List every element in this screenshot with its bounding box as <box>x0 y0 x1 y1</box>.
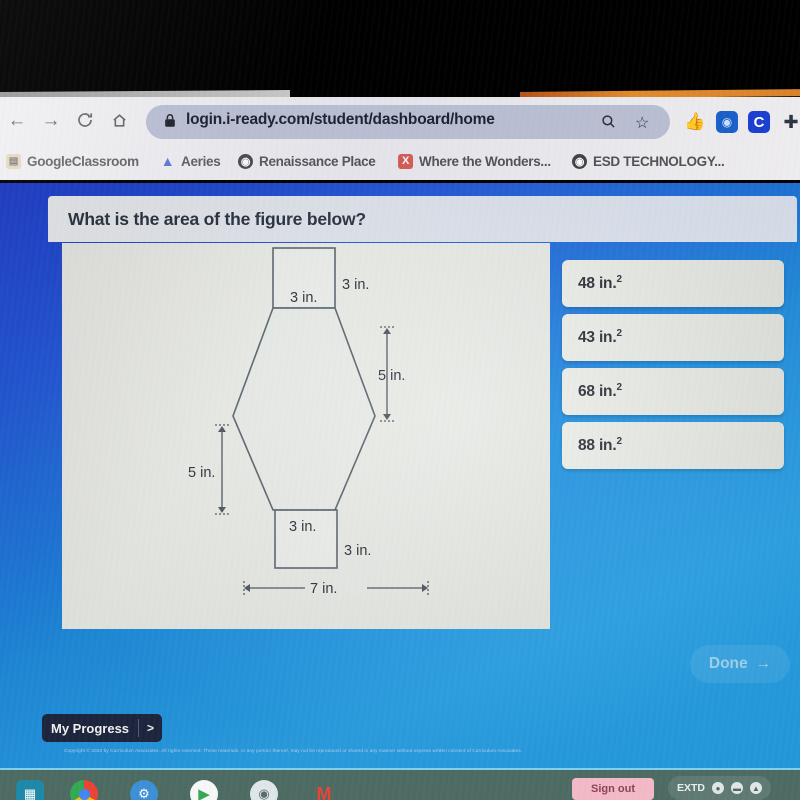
iready-app: What is the area of the figure below? 3 … <box>0 183 800 768</box>
answer-choices: 48 in.2 43 in.2 68 in.2 88 in.2 <box>562 260 784 476</box>
copyright-text: Copyright © 2020 by Curriculum Associate… <box>64 747 523 754</box>
bookmark-renaissance-place[interactable]: ◉ Renaissance Place <box>238 149 376 173</box>
classroom-icon: ▤ <box>6 153 21 169</box>
answer-choice-label: 48 in.2 <box>578 273 622 293</box>
wonders-icon: X <box>398 153 413 169</box>
reload-icon[interactable] <box>70 105 100 135</box>
battery-icon[interactable]: ▬ <box>731 782 744 794</box>
label-total-width: 7 in. <box>310 581 337 597</box>
bookmark-label: Renaissance Place <box>259 153 376 169</box>
search-icon[interactable] <box>601 114 616 133</box>
my-progress-button[interactable]: My Progress > <box>42 714 163 742</box>
answer-choice-3[interactable]: 68 in.2 <box>562 368 784 415</box>
page-title: What is the area of the figure below? <box>68 208 366 229</box>
bookmark-label: ESD TECHNOLOGY... <box>593 153 725 169</box>
puzzle-extension-icon[interactable]: ✚ <box>780 111 800 133</box>
answer-choice-label: 43 in.2 <box>578 327 622 347</box>
chrome-icon[interactable] <box>70 780 98 800</box>
gmail-icon[interactable]: M <box>310 780 338 800</box>
bookmark-label: GoogleClassroom <box>27 153 139 169</box>
lock-icon <box>164 113 176 128</box>
wifi-icon[interactable]: ▲ <box>750 782 763 794</box>
apps-icon[interactable]: ⚙ <box>130 780 158 800</box>
globe-icon: ◉ <box>572 153 587 169</box>
address-bar[interactable]: login.i-ready.com/student/dashboard/home… <box>146 105 670 139</box>
blue-square-extension-icon[interactable]: ◉ <box>716 111 738 133</box>
sign-out-button[interactable]: Sign out <box>572 778 654 800</box>
bookmark-esd-technology[interactable]: ◉ ESD TECHNOLOGY... <box>572 149 725 173</box>
figure-panel: 3 in. 3 in. 5 in. 5 in. 3 in. 3 in. 7 in… <box>62 243 550 629</box>
hexagon <box>232 307 376 511</box>
taskbar-top-line <box>0 768 800 770</box>
aeries-icon: ▲ <box>160 153 175 169</box>
play-store-icon[interactable]: ▶ <box>190 780 218 800</box>
answer-choice-4[interactable]: 88 in.2 <box>562 422 784 469</box>
screenshot-root: ← → ▤ GoogleClassroom ▲ Aeries ◉ Renaiss… <box>0 0 800 800</box>
label-bottom-square-height: 3 in. <box>344 543 371 559</box>
done-button[interactable]: Done → <box>690 645 790 683</box>
bookmark-where-the-wonders[interactable]: X Where the Wonders... <box>398 149 551 173</box>
my-progress-label: My Progress <box>51 720 130 736</box>
launcher-icon[interactable]: ▦ <box>16 780 44 800</box>
done-label: Done <box>708 655 748 672</box>
chevron-right-icon: > <box>147 721 155 735</box>
label-top-square-width: 3 in. <box>290 290 317 306</box>
left-height-dimension <box>215 424 229 515</box>
label-bottom-square-width: 3 in. <box>289 519 316 535</box>
answer-choice-label: 68 in.2 <box>578 381 622 401</box>
url-text: login.i-ready.com/student/dashboard/home <box>186 111 495 128</box>
bookmarks-bar: ▤ GoogleClassroom ▲ Aeries ◉ Renaissance… <box>0 143 800 180</box>
arrow-left-icon[interactable]: ← <box>2 105 32 135</box>
label-left-slant: 5 in. <box>188 465 215 481</box>
status-label: EXTD <box>677 782 706 794</box>
camera-icon[interactable]: ◉ <box>250 780 278 800</box>
arrow-right-icon: → <box>755 655 772 672</box>
bookmark-googleclassroom[interactable]: ▤ GoogleClassroom <box>6 149 139 173</box>
bookmark-label: Aeries <box>181 153 221 169</box>
answer-choice-2[interactable]: 43 in.2 <box>562 314 784 361</box>
answer-choice-1[interactable]: 48 in.2 <box>562 260 784 307</box>
answer-choice-label: 88 in.2 <box>578 435 622 455</box>
label-top-square-height: 3 in. <box>342 277 369 293</box>
globe-icon: ◉ <box>238 153 253 169</box>
bookmark-label: Where the Wonders... <box>419 153 551 169</box>
geometry-figure: 3 in. 3 in. 5 in. 5 in. 3 in. 3 in. 7 in… <box>188 247 429 597</box>
question-header: What is the area of the figure below? <box>48 196 797 242</box>
thumbs-up-extension-icon[interactable]: 👍 <box>684 111 706 133</box>
bookmark-aeries[interactable]: ▲ Aeries <box>160 149 221 173</box>
label-right-slant: 5 in. <box>378 368 405 384</box>
home-icon[interactable] <box>104 105 134 135</box>
taskbar-status-area[interactable]: EXTD ● ▬ ▲ <box>668 776 772 800</box>
star-icon[interactable]: ☆ <box>635 113 649 133</box>
person-icon[interactable]: ● <box>712 782 725 794</box>
photo-letterbox-top <box>0 0 800 96</box>
c-extension-icon[interactable]: C <box>748 111 770 133</box>
arrow-right-icon[interactable]: → <box>36 105 66 135</box>
